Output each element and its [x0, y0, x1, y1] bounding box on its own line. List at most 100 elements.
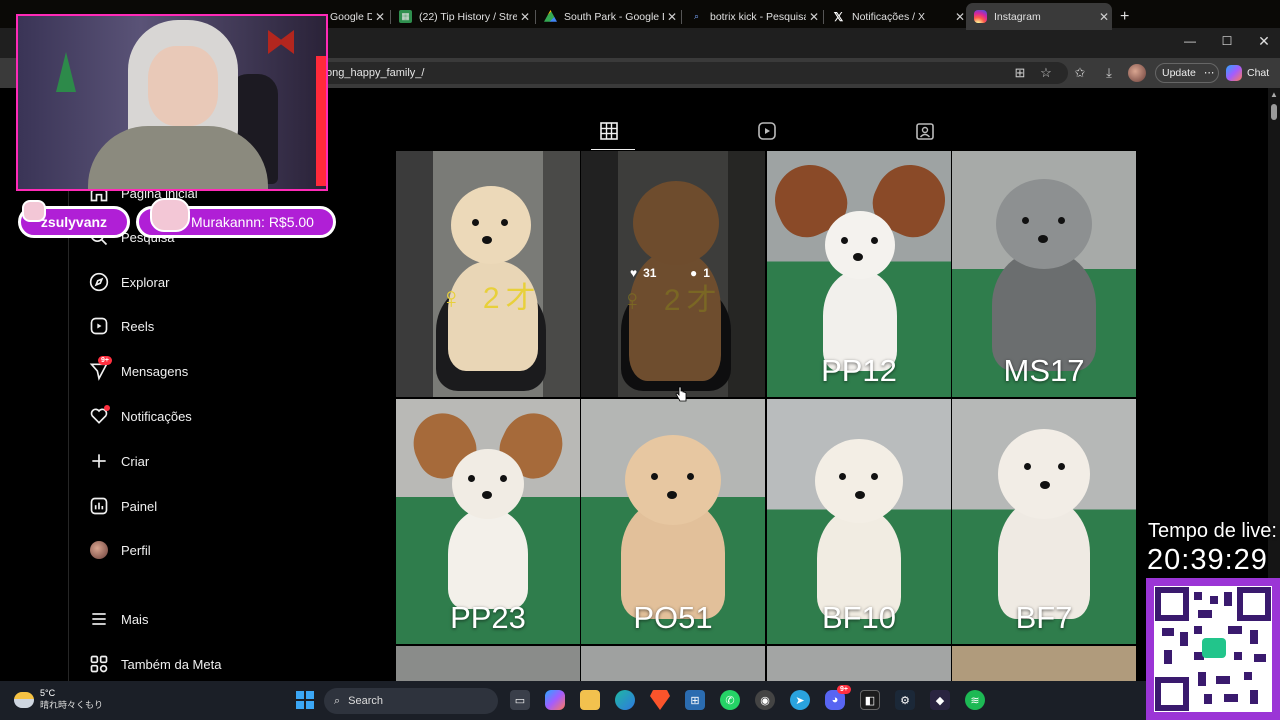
tab-title: Google D	[330, 10, 372, 23]
tab-botrix-search[interactable]: ⌕ botrix kick - Pesquisar ✕	[682, 3, 822, 30]
dog-eye	[468, 475, 475, 482]
sidebar-item-create[interactable]: Criar	[88, 448, 149, 474]
tab-title: Instagram	[994, 10, 1041, 23]
app-install-icon[interactable]: ⊞	[1011, 64, 1029, 82]
dog-body	[448, 509, 528, 609]
discord-badge: 9+	[837, 685, 851, 694]
discord-icon[interactable]: ◕ 9+	[825, 685, 851, 710]
comment-bubble-icon: ●	[690, 266, 698, 280]
weather-icon	[14, 691, 34, 708]
close-icon[interactable]: ✕	[664, 10, 680, 24]
scroll-up-arrow[interactable]: ▲	[1270, 90, 1278, 99]
likes-count: ♥ 31	[630, 266, 656, 280]
dog-head	[825, 211, 895, 279]
copilot-icon[interactable]	[545, 690, 565, 710]
capcut-icon[interactable]: ◧	[860, 690, 880, 710]
post-tile[interactable]: ♀ 2才	[396, 151, 580, 397]
tab-south-park[interactable]: South Park - Google D ✕	[536, 3, 680, 30]
profile-avatar[interactable]	[1128, 64, 1146, 82]
scroll-thumb[interactable]	[1271, 104, 1277, 120]
hand-cursor-icon	[675, 386, 687, 402]
sidebar-item-more[interactable]: Mais	[88, 606, 148, 632]
tab-instagram[interactable]: Instagram ✕	[966, 3, 1112, 30]
window-close-button[interactable]: ✕	[1246, 28, 1280, 54]
spotify-icon[interactable]: ≋	[965, 690, 985, 710]
dog-eye	[871, 473, 878, 480]
post-tile-hovered[interactable]: ♀ 2才	[581, 151, 765, 397]
close-icon[interactable]: ✕	[1096, 10, 1112, 24]
maximize-button[interactable]: ☐	[1209, 28, 1245, 54]
post-tile[interactable]	[952, 646, 1136, 681]
search-icon: ⌕	[693, 11, 700, 21]
sidebar-item-label: Mais	[121, 611, 149, 627]
url-text[interactable]: ong_happy_family_/	[326, 67, 424, 79]
post-tile[interactable]: PO51	[581, 399, 765, 644]
post-tile[interactable]: BF10	[767, 399, 951, 644]
obs-icon[interactable]: ◉	[755, 690, 775, 710]
app-icon[interactable]: ◆	[930, 690, 950, 710]
live-time-value: 20:39:29	[1147, 544, 1268, 576]
dog-head	[996, 179, 1092, 269]
post-tile[interactable]	[396, 646, 580, 681]
comments-value: 1	[703, 266, 710, 280]
post-tile[interactable]: MS17	[952, 151, 1136, 397]
post-tile[interactable]: PP23	[396, 399, 580, 644]
likes-value: 31	[643, 266, 657, 280]
led-strip	[316, 56, 326, 186]
streamer-sweater	[88, 126, 268, 189]
weather-widget[interactable]: 5°C 晴れ時々くもり	[14, 688, 103, 711]
close-icon[interactable]: ✕	[372, 10, 388, 24]
sidebar-item-reels[interactable]: Reels	[88, 313, 154, 339]
telegram-icon[interactable]: ➤	[790, 690, 810, 710]
dog-eye	[472, 219, 479, 226]
tab-tip-history[interactable]: ▦ (22) Tip History / Stre ✕	[391, 3, 533, 30]
post-tile[interactable]: BF7	[952, 399, 1136, 644]
start-button[interactable]	[295, 690, 315, 710]
post-tile[interactable]	[581, 646, 765, 681]
dog-eye	[871, 237, 878, 244]
dog-head	[625, 435, 721, 525]
sidebar-item-messages[interactable]: 9+ Mensagens	[88, 356, 188, 384]
favorites-icon[interactable]: ✩	[1071, 64, 1089, 82]
tab-x-notifications[interactable]: 𝕏 Notificações / X ✕	[824, 3, 968, 30]
dog-eye	[1058, 217, 1065, 224]
post-tile[interactable]	[767, 646, 951, 681]
whatsapp-icon[interactable]: ✆	[720, 690, 740, 710]
plus-icon: +	[1120, 7, 1130, 25]
file-explorer-icon[interactable]	[580, 690, 600, 710]
download-icon[interactable]: ⤓	[1100, 64, 1118, 82]
update-button[interactable]: Update ⋯	[1155, 63, 1219, 83]
copilot-chat-button[interactable]: Chat	[1226, 63, 1274, 83]
posts-grid-icon[interactable]	[600, 122, 622, 142]
task-view-icon[interactable]: ▭	[510, 690, 530, 710]
sidebar-item-explore[interactable]: Explorar	[88, 269, 169, 295]
sidebar-item-profile[interactable]: Perfil	[88, 537, 151, 563]
tab-title: South Park - Google D	[564, 10, 664, 23]
minimize-button[interactable]: —	[1172, 28, 1208, 54]
store-icon[interactable]: ⊞	[685, 690, 705, 710]
close-icon[interactable]: ✕	[517, 10, 533, 24]
dog-nose	[855, 491, 865, 499]
dog-nose	[667, 491, 677, 499]
dog-nose	[1038, 235, 1048, 243]
dog-eye	[501, 219, 508, 226]
sidebar-item-also-from-meta[interactable]: Também da Meta	[88, 651, 221, 677]
reels-tab-icon[interactable]	[758, 122, 780, 142]
sidebar-item-dashboard[interactable]: Painel	[88, 493, 157, 519]
close-icon[interactable]: ✕	[806, 10, 822, 24]
post-label: PP23	[450, 600, 526, 635]
new-tab-button[interactable]: +	[1114, 3, 1142, 30]
tagged-icon[interactable]	[916, 122, 938, 142]
search-icon: ⌕	[334, 694, 341, 707]
post-tile[interactable]: PP12	[767, 151, 951, 397]
steam-icon[interactable]: ⚙	[895, 690, 915, 710]
tab-google-docs-1[interactable]: Google D ✕	[322, 3, 388, 30]
taskbar-search[interactable]: ⌕ Search	[324, 688, 498, 714]
tab-title: (22) Tip History / Stre	[419, 10, 517, 23]
hover-overlay	[581, 151, 765, 397]
sidebar-item-notifications[interactable]: Notificações	[88, 403, 192, 429]
edge-browser-icon[interactable]	[615, 690, 635, 710]
sidebar-item-label: Criar	[121, 453, 150, 469]
post-label: PO51	[633, 600, 713, 635]
star-icon[interactable]: ☆	[1037, 64, 1055, 82]
